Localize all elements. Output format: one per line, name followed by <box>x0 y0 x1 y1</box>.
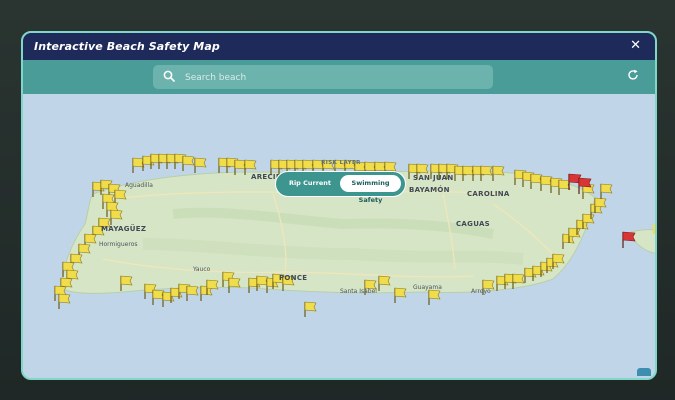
zoom-control[interactable] <box>637 368 651 376</box>
beach-safety-modal: Interactive Beach Safety Map ✕ Search be… <box>21 31 657 380</box>
place-san-juan: SAN JUAN <box>413 174 454 182</box>
beach-flag-icon[interactable] <box>304 301 317 317</box>
beach-flag-icon[interactable] <box>182 155 195 171</box>
risk-layer-label: RISK LAYER <box>321 160 361 166</box>
beach-flag-icon[interactable] <box>132 157 145 173</box>
map-canvas[interactable]: ARECIBO SAN JUAN BAYAMÓN CAROLINA CAGUAS… <box>23 94 655 378</box>
place-carolina: CAROLINA <box>467 190 510 198</box>
refresh-icon[interactable] <box>627 69 639 81</box>
danger-flag-icon[interactable] <box>622 231 636 248</box>
beach-flag-icon[interactable] <box>228 277 241 293</box>
beach-flag-icon[interactable] <box>152 289 165 305</box>
modal-title: Interactive Beach Safety Map <box>34 40 220 53</box>
modal-header: Interactive Beach Safety Map ✕ <box>23 33 655 60</box>
search-icon <box>163 70 175 82</box>
beach-flag-icon[interactable] <box>394 287 407 303</box>
swimming-safety-option[interactable]: Swimming Safety <box>340 175 401 204</box>
place-aguadilla: Aguadilla <box>125 182 153 189</box>
search-box[interactable] <box>153 65 493 89</box>
place-mayaguez: MAYAGÜEZ <box>101 225 147 233</box>
place-guayama: Guayama <box>413 284 442 291</box>
place-yauco: Yauco <box>193 266 211 273</box>
rip-current-option[interactable]: Rip Current <box>280 175 340 192</box>
place-arroyo: Arroyo <box>471 288 491 295</box>
beach-flag-icon[interactable] <box>428 289 441 305</box>
beach-flag-icon[interactable] <box>653 224 655 234</box>
beach-flag-icon[interactable] <box>600 183 613 199</box>
place-caguas: CAGUAS <box>456 220 491 228</box>
search-input[interactable] <box>183 68 487 88</box>
place-ponce: PONCE <box>279 274 308 282</box>
place-bayamon: BAYAMÓN <box>409 186 450 194</box>
beach-flag-icon[interactable] <box>194 157 207 173</box>
beach-flag-icon[interactable] <box>58 293 71 309</box>
risk-layer-toggle: Rip Current Swimming Safety <box>275 171 406 204</box>
place-hormigueros: Hormigueros <box>99 241 138 248</box>
search-toolbar <box>23 60 655 94</box>
puerto-rico-map <box>54 153 655 317</box>
place-santa-isabel: Santa Isabel <box>340 288 377 295</box>
beach-flag-icon[interactable] <box>186 285 199 301</box>
close-icon[interactable]: ✕ <box>630 38 641 53</box>
